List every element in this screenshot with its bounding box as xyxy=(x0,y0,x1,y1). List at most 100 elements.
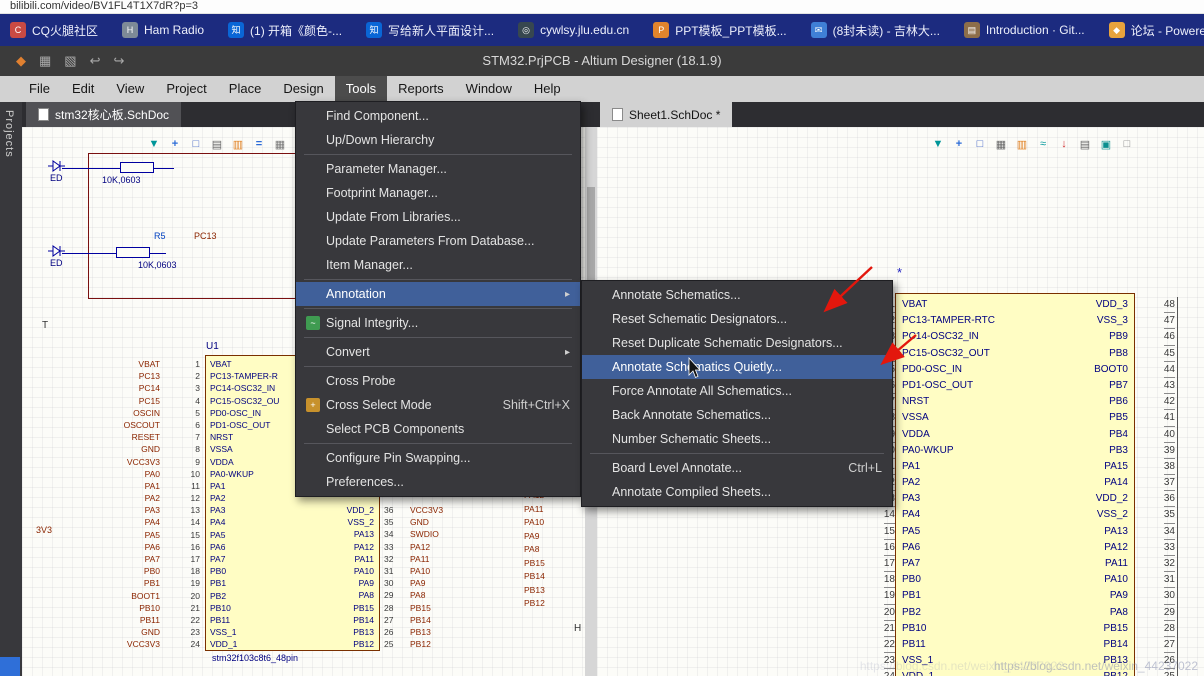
net-label[interactable]: PB15 xyxy=(524,557,566,571)
filter-icon[interactable]: ▼ xyxy=(146,136,162,152)
menu-item-find-component[interactable]: Find Component... xyxy=(296,104,580,128)
menu-item-annotation[interactable]: Annotation▸ xyxy=(296,282,580,306)
menu-item-annotate-schematics-quietly[interactable]: Annotate Schematics Quietly... xyxy=(582,355,892,379)
columns-icon[interactable]: ▥ xyxy=(1014,136,1030,152)
menu-window[interactable]: Window xyxy=(455,76,523,102)
menu-item-reset-duplicate-schematic-designators[interactable]: Reset Duplicate Schematic Designators... xyxy=(582,331,892,355)
filter-icon[interactable]: ▼ xyxy=(930,136,946,152)
browser-url[interactable]: bilibili.com/video/BV1FL4T1X7dR?p=3 xyxy=(0,0,1204,14)
columns-icon[interactable]: ▥ xyxy=(230,136,246,152)
menu-item-back-annotate-schematics[interactable]: Back Annotate Schematics... xyxy=(582,403,892,427)
pin-net-label[interactable]: VCC3V3 xyxy=(410,504,464,516)
resistor-symbol[interactable] xyxy=(120,162,154,173)
menu-item-force-annotate-all-schematics[interactable]: Force Annotate All Schematics... xyxy=(582,379,892,403)
menu-item-cross-probe[interactable]: Cross Probe xyxy=(296,369,580,393)
net-label[interactable]: PA9 xyxy=(524,530,566,544)
menu-item-cross-select-mode[interactable]: +Cross Select ModeShift+Ctrl+X xyxy=(296,393,580,417)
menu-item-item-manager[interactable]: Item Manager... xyxy=(296,253,580,277)
pin-net-label[interactable]: GND xyxy=(410,516,464,528)
net-label[interactable]: PB12 xyxy=(524,597,566,611)
pin-net-label[interactable]: PA1 xyxy=(145,480,160,492)
menu-item-board-level-annotate[interactable]: Board Level Annotate...Ctrl+L xyxy=(582,456,892,480)
bookmark-git[interactable]: ▤ Introduction · Git... xyxy=(964,22,1085,38)
bookmark-ppt[interactable]: P PPT模板_PPT模板... xyxy=(653,22,786,39)
led-symbol[interactable] xyxy=(48,159,66,173)
pin-net-label[interactable]: PA6 xyxy=(145,541,160,553)
pin-net-label[interactable]: PA8 xyxy=(410,589,464,601)
waves-icon[interactable]: ≈ xyxy=(1035,136,1051,152)
menu-item-annotate-compiled-sheets[interactable]: Annotate Compiled Sheets... xyxy=(582,480,892,504)
report-icon[interactable]: ▤ xyxy=(1077,136,1093,152)
align-icon[interactable]: = xyxy=(251,136,267,152)
menu-edit[interactable]: Edit xyxy=(61,76,105,102)
select-region-icon[interactable]: □ xyxy=(972,136,988,152)
download-icon[interactable]: ↓ xyxy=(1056,136,1072,152)
tab-sheet1-schdoc[interactable]: Sheet1.SchDoc * xyxy=(600,102,732,127)
pin-net-label[interactable]: PB1 xyxy=(144,577,160,589)
pin-net-label[interactable]: PB14 xyxy=(410,614,464,626)
pin-net-label[interactable]: PA7 xyxy=(145,553,160,565)
bookmark-jlu[interactable]: ◎ cywlsy.jlu.edu.cn xyxy=(518,22,629,38)
menu-item-footprint-manager[interactable]: Footprint Manager... xyxy=(296,181,580,205)
pages-icon[interactable]: ▦ xyxy=(272,136,288,152)
menu-item-preferences[interactable]: Preferences... xyxy=(296,470,580,494)
pin-net-label[interactable]: VBAT xyxy=(138,358,160,370)
net-label[interactable]: PA8 xyxy=(524,543,566,557)
pin-net-label[interactable]: PB11 xyxy=(140,614,160,626)
add-icon[interactable]: + xyxy=(951,136,967,152)
menu-item-parameter-manager[interactable]: Parameter Manager... xyxy=(296,157,580,181)
add-icon[interactable]: + xyxy=(167,136,183,152)
menu-item-number-schematic-sheets[interactable]: Number Schematic Sheets... xyxy=(582,427,892,451)
led-symbol[interactable] xyxy=(48,244,66,258)
menu-tools[interactable]: Tools xyxy=(335,76,387,102)
pin-net-label[interactable]: PA12 xyxy=(410,541,464,553)
net-label[interactable]: PC13 xyxy=(194,231,217,241)
menu-file[interactable]: File xyxy=(18,76,61,102)
pin-net-label[interactable]: BOOT1 xyxy=(131,590,160,602)
document-icon[interactable]: ▤ xyxy=(209,136,225,152)
net-label[interactable]: PB13 xyxy=(524,584,566,598)
pin-net-label[interactable]: SWDIO xyxy=(410,528,464,540)
select-region-icon[interactable]: □ xyxy=(188,136,204,152)
pin-net-label[interactable]: PC15 xyxy=(139,395,160,407)
menu-item-convert[interactable]: Convert▸ xyxy=(296,340,580,364)
bookmark-cq-ham[interactable]: C CQ火腿社区 xyxy=(10,22,98,39)
net-label[interactable]: PB14 xyxy=(524,570,566,584)
menu-help[interactable]: Help xyxy=(523,76,572,102)
pin-net-label[interactable]: OSCOUT xyxy=(124,419,160,431)
tab-stm32-schdoc[interactable]: stm32核心板.SchDoc xyxy=(26,102,181,127)
pin-net-label[interactable]: PB13 xyxy=(410,626,464,638)
pin-net-label[interactable]: PA11 xyxy=(410,553,464,565)
pages-icon[interactable]: ▦ xyxy=(993,136,1009,152)
menu-item-signal-integrity[interactable]: ~Signal Integrity... xyxy=(296,311,580,335)
pin-net-label[interactable]: PC13 xyxy=(139,370,160,382)
pin-net-label[interactable]: VCC3V3 xyxy=(127,456,160,468)
monitor-icon[interactable]: ▣ xyxy=(1098,136,1114,152)
document-icon[interactable]: □ xyxy=(1119,136,1135,152)
pin-net-label[interactable]: PC14 xyxy=(139,382,160,394)
menu-item-up-down-hierarchy[interactable]: Up/Down Hierarchy xyxy=(296,128,580,152)
menu-item-select-pcb-components[interactable]: Select PCB Components xyxy=(296,417,580,441)
bookmark-mail[interactable]: ✉ (8封未读) - 吉林大... xyxy=(811,22,940,39)
menu-item-configure-pin-swapping[interactable]: Configure Pin Swapping... xyxy=(296,446,580,470)
net-label[interactable]: PA11 xyxy=(524,503,566,517)
pin-net-label[interactable]: PB15 xyxy=(410,602,464,614)
menu-place[interactable]: Place xyxy=(218,76,273,102)
menu-reports[interactable]: Reports xyxy=(387,76,455,102)
menu-item-annotate-schematics[interactable]: Annotate Schematics... xyxy=(582,283,892,307)
pin-net-label[interactable]: PB10 xyxy=(139,602,160,614)
pin-net-label[interactable]: RESET xyxy=(132,431,160,443)
pin-net-label[interactable]: PA5 xyxy=(145,529,160,541)
projects-panel-strip[interactable]: Projects xyxy=(0,102,22,676)
menu-view[interactable]: View xyxy=(105,76,155,102)
menu-item-update-parameters-from-database[interactable]: Update Parameters From Database... xyxy=(296,229,580,253)
menu-item-reset-schematic-designators[interactable]: Reset Schematic Designators... xyxy=(582,307,892,331)
net-label[interactable]: PA10 xyxy=(524,516,566,530)
pin-net-label[interactable]: PB12 xyxy=(410,638,464,650)
menu-project[interactable]: Project xyxy=(155,76,217,102)
bookmark-ham-radio[interactable]: H Ham Radio xyxy=(122,22,204,38)
pin-net-label[interactable]: VCC3V3 xyxy=(127,638,160,650)
bookmark-zhihu-design[interactable]: 知 写给新人平面设计... xyxy=(366,22,494,39)
pin-net-label[interactable]: GND xyxy=(141,443,160,455)
pin-net-label[interactable]: PA2 xyxy=(145,492,160,504)
